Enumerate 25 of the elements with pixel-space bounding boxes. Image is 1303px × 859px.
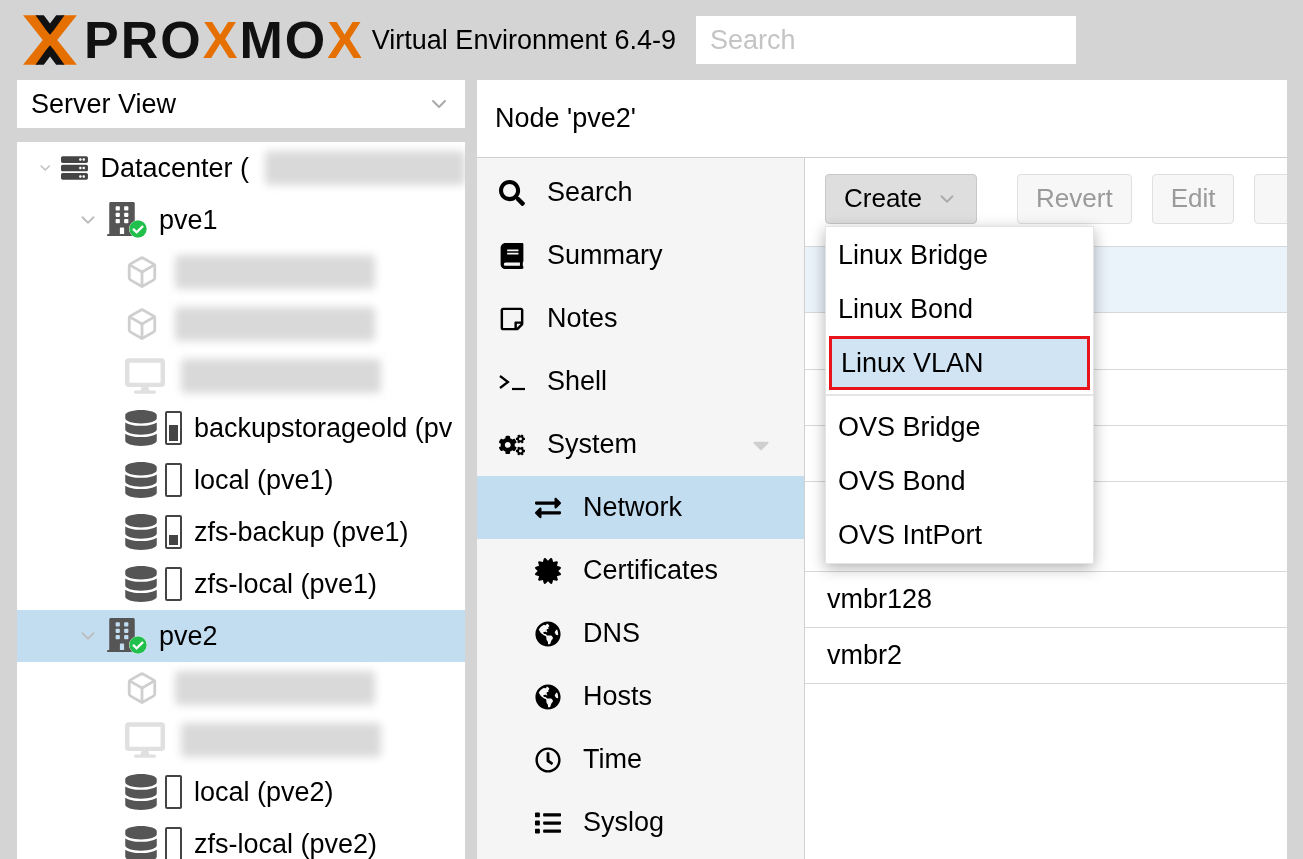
tree-label: pve2 (159, 619, 218, 653)
nav-label: Time (583, 743, 643, 777)
panel-title: Node 'pve2' (495, 102, 636, 136)
nav-label: Search (547, 176, 634, 210)
nav-label: DNS (583, 617, 641, 651)
nav-label: Hosts (583, 680, 654, 714)
interface-name: vmbr2 (827, 639, 902, 673)
nav-label: Certificates (583, 554, 720, 588)
app-title: Virtual Environment 6.4-9 (371, 23, 676, 57)
nav-label: Syslog (583, 806, 666, 840)
tree-label: pve1 (159, 203, 218, 237)
nav-label: Shell (547, 365, 609, 399)
tree-label: backupstorageold (pv (194, 411, 453, 445)
tree-label: local (pve2) (194, 775, 334, 809)
nav-label: System (547, 428, 639, 462)
tree-label: Datacenter ( (100, 151, 249, 185)
nav-label: Summary (547, 239, 664, 273)
nav-label: Network (583, 491, 684, 525)
interface-name: vmbr128 (827, 583, 933, 617)
tree-label: zfs-local (pve1) (194, 567, 378, 601)
tree-label: local (pve1) (194, 463, 334, 497)
nav-label: Notes (547, 302, 619, 336)
tree-label: zfs-local (pve2) (194, 827, 378, 859)
tree-label: zfs-backup (pve1) (194, 515, 409, 549)
logo-wordmark: PROXMOX (84, 14, 364, 66)
